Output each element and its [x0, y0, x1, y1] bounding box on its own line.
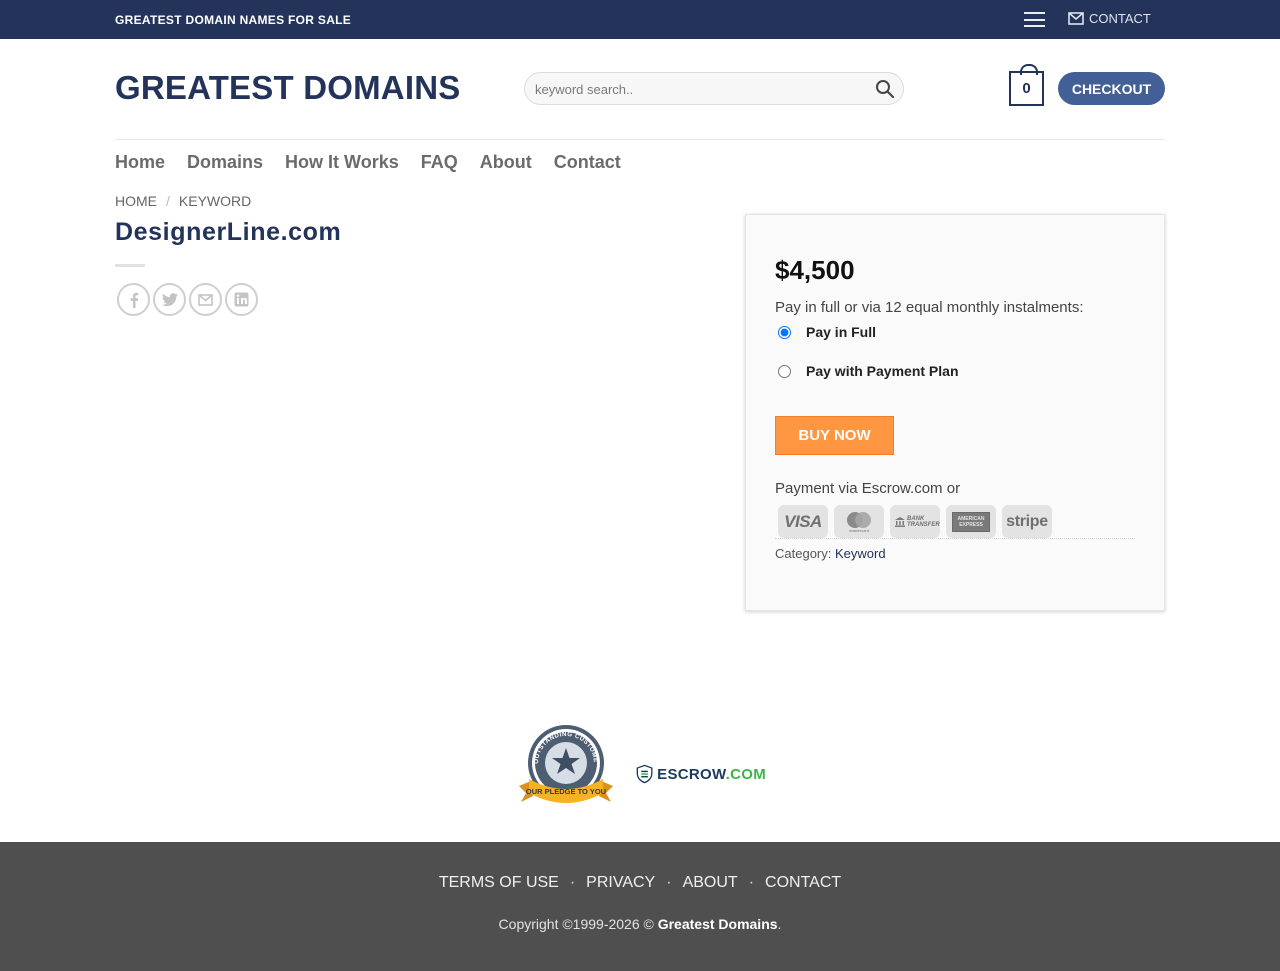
- bank-transfer-label: BANK TRANSFER: [907, 515, 940, 528]
- top-contact-link[interactable]: CONTACT: [1068, 11, 1151, 26]
- copyright-brand: Greatest Domains: [657, 916, 778, 932]
- mastercard-circles: [847, 511, 871, 528]
- share-buttons: [117, 283, 261, 316]
- escrow-badge: ESCROW.COM: [636, 758, 766, 790]
- linkedin-icon: [234, 292, 249, 307]
- footer-link-privacy[interactable]: PRIVACY: [586, 874, 655, 892]
- bank-transfer-icon: BANK TRANSFER: [890, 505, 940, 538]
- visa-label: VISA: [784, 511, 822, 531]
- copyright-suffix: .: [777, 916, 782, 932]
- category-label: Category:: [775, 546, 832, 561]
- pay-in-full-option[interactable]: Pay in Full: [778, 324, 876, 340]
- title-divider: [115, 264, 145, 267]
- american-express-icon: AMERICAN EXPRESS: [946, 505, 996, 538]
- nav-item-how-it-works[interactable]: How It Works: [285, 152, 399, 173]
- footer-links: TERMS OF USE · PRIVACY · ABOUT · CONTACT: [0, 874, 1280, 892]
- product-category: Category: Keyword: [775, 546, 886, 561]
- amex-label: AMERICAN EXPRESS: [957, 515, 985, 528]
- email-icon: [198, 293, 213, 306]
- escrow-wordmark: ESCROW.COM: [657, 766, 766, 783]
- nav-item-domains[interactable]: Domains: [187, 152, 263, 173]
- share-twitter-button[interactable]: [153, 283, 186, 316]
- bank-building-icon: [895, 516, 905, 527]
- envelope-icon: [1068, 12, 1084, 25]
- breadcrumb-home[interactable]: HOME: [115, 193, 157, 209]
- breadcrumb-current[interactable]: KEYWORD: [179, 193, 251, 209]
- footer-link-about[interactable]: ABOUT: [683, 874, 738, 892]
- search-icon[interactable]: [875, 79, 895, 99]
- visa-icon: VISA: [778, 505, 828, 538]
- pay-in-full-radio[interactable]: [778, 325, 791, 339]
- footer: TERMS OF USE · PRIVACY · ABOUT · CONTACT…: [0, 842, 1280, 971]
- share-email-button[interactable]: [189, 283, 222, 316]
- footer-separator: ·: [748, 874, 755, 891]
- payment-plan-option[interactable]: Pay with Payment Plan: [778, 363, 959, 379]
- checkout-button[interactable]: CHECKOUT: [1058, 72, 1165, 105]
- customer-service-pledge-badge: OUTSTANDING CUSTOMER SERVICE OUR PLEDGE …: [517, 723, 613, 803]
- category-divider: [775, 538, 1135, 539]
- escrow-payment-text: Payment via Escrow.com or: [775, 480, 961, 497]
- payment-methods: VISA mastercard BANK TRANSFER AMERICAN E…: [778, 505, 1058, 538]
- payment-plan-radio[interactable]: [778, 364, 791, 378]
- pay-in-full-label[interactable]: Pay in Full: [806, 324, 876, 340]
- twitter-icon: [161, 292, 178, 306]
- header-divider: [115, 139, 1165, 140]
- menu-icon[interactable]: [1024, 12, 1045, 27]
- share-linkedin-button[interactable]: [225, 283, 258, 316]
- payment-intro: Pay in full or via 12 equal monthly inst…: [775, 299, 1084, 316]
- nav-item-home[interactable]: Home: [115, 152, 165, 173]
- product-title: DesignerLine.com: [115, 218, 342, 246]
- footer-separator: ·: [666, 874, 672, 891]
- search-bar: [524, 72, 904, 105]
- search-input[interactable]: [535, 79, 865, 99]
- mastercard-icon: mastercard: [834, 505, 884, 538]
- main-nav: Home Domains How It Works FAQ About Cont…: [115, 152, 643, 173]
- stripe-icon: stripe: [1002, 505, 1052, 538]
- copyright: Copyright ©1999-2026 © Greatest Domains.: [0, 916, 1280, 932]
- facebook-icon: [130, 292, 138, 308]
- site-logo[interactable]: GREATEST DOMAINS: [115, 69, 460, 107]
- top-bar: GREATEST DOMAIN NAMES FOR SALE CONTACT: [0, 0, 1280, 39]
- escrow-wordmark-suffix: .COM: [725, 765, 766, 783]
- top-bar-tagline: GREATEST DOMAIN NAMES FOR SALE: [115, 13, 352, 27]
- breadcrumb-separator: /: [166, 193, 170, 209]
- footer-link-terms[interactable]: TERMS OF USE: [439, 874, 559, 892]
- escrow-wordmark-main: ESCROW: [657, 765, 726, 783]
- nav-item-about[interactable]: About: [480, 152, 532, 173]
- footer-separator: ·: [569, 874, 576, 891]
- category-link[interactable]: Keyword: [835, 546, 886, 561]
- cart-count: 0: [1022, 80, 1031, 97]
- purchase-panel: $4,500 Pay in full or via 12 equal month…: [745, 214, 1165, 611]
- stripe-label: stripe: [1006, 512, 1048, 530]
- nav-item-contact[interactable]: Contact: [554, 152, 621, 173]
- buy-now-button[interactable]: BUY NOW: [775, 416, 894, 455]
- nav-item-faq[interactable]: FAQ: [421, 152, 458, 173]
- escrow-shield-icon: [636, 764, 653, 784]
- share-facebook-button[interactable]: [117, 283, 150, 316]
- top-contact-label: CONTACT: [1089, 11, 1151, 26]
- cart-button[interactable]: 0: [1009, 64, 1044, 106]
- mastercard-label: mastercard: [848, 527, 869, 533]
- footer-link-contact[interactable]: CONTACT: [765, 874, 841, 892]
- payment-plan-label[interactable]: Pay with Payment Plan: [806, 363, 959, 379]
- pledge-ribbon-text: OUR PLEDGE TO YOU: [526, 787, 606, 796]
- breadcrumb: HOME / KEYWORD: [115, 193, 251, 209]
- domain-price: $4,500: [775, 255, 855, 285]
- copyright-prefix: Copyright ©1999-2026 ©: [498, 916, 654, 932]
